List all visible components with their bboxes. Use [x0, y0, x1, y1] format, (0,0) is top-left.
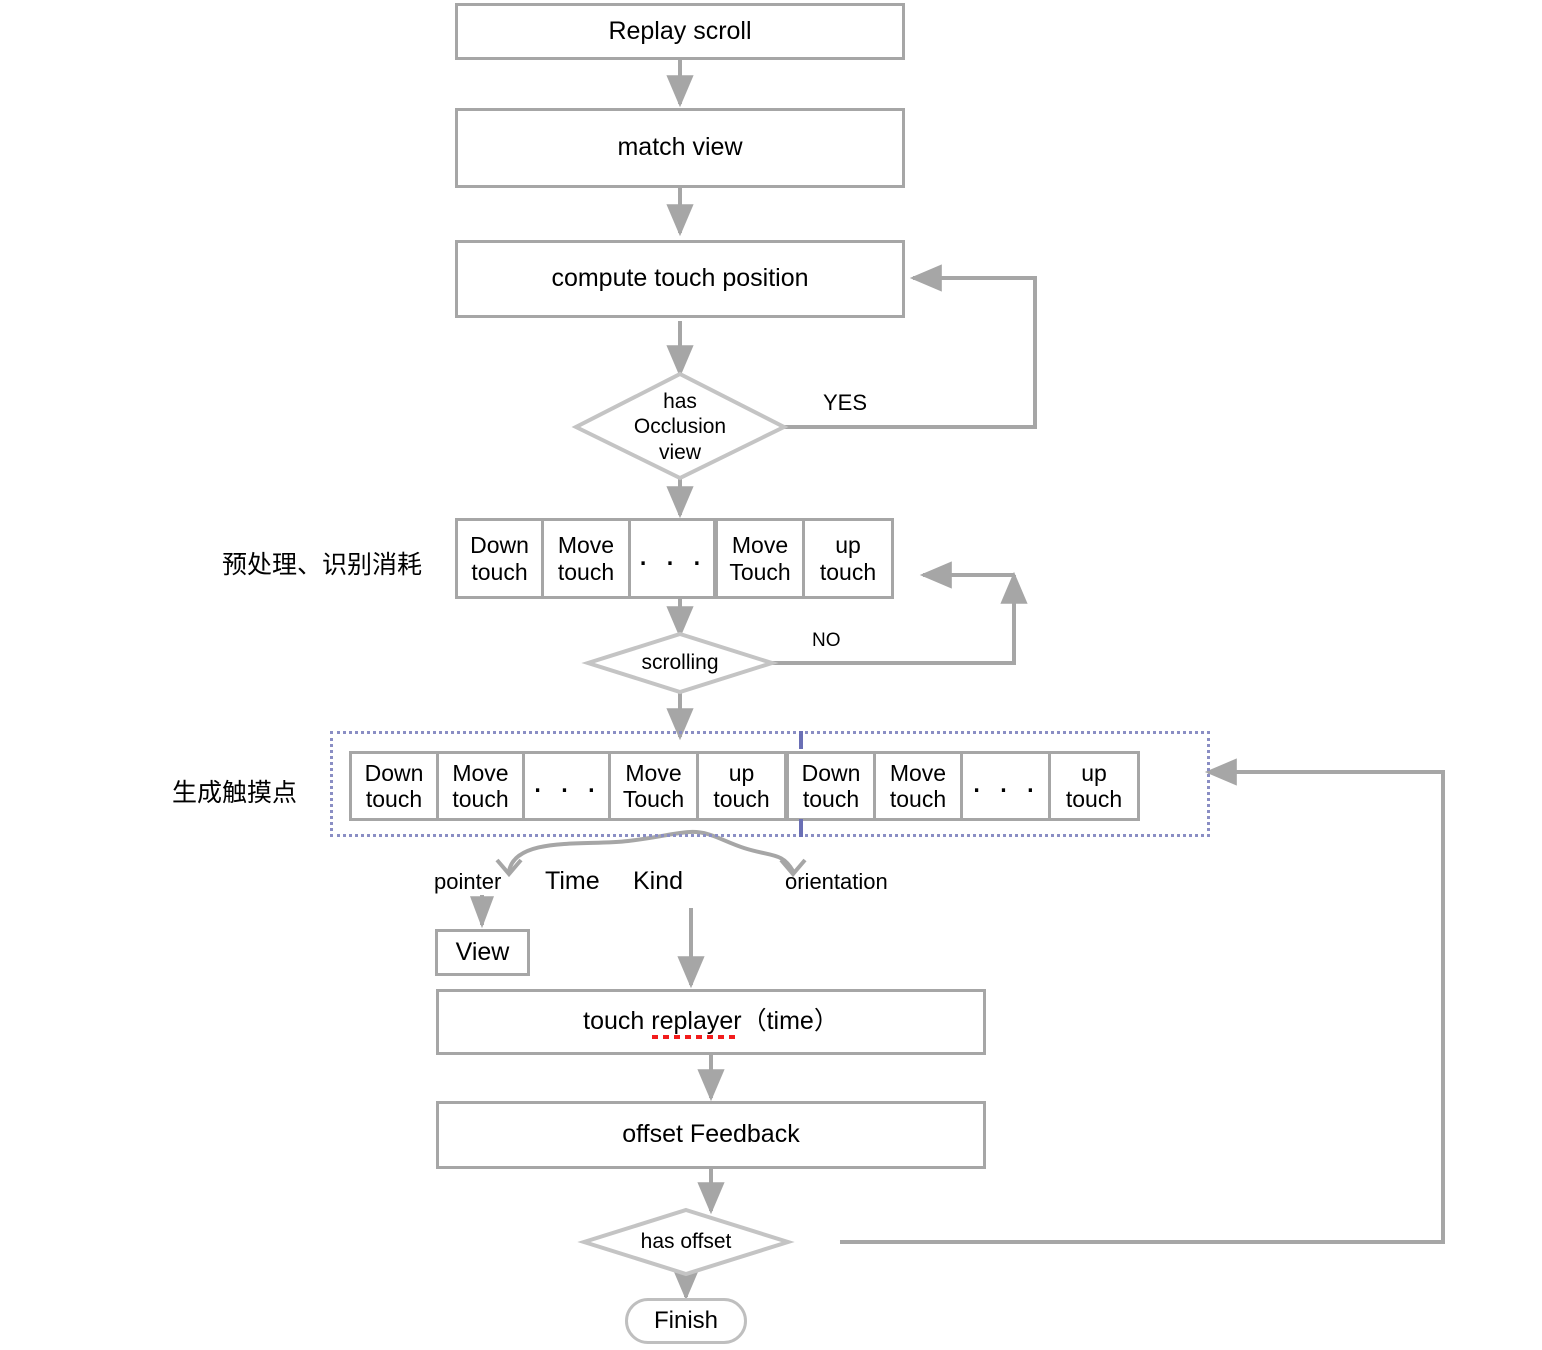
- touch-cell-label: Move Touch: [729, 532, 791, 585]
- generated-touch-row: Down touch Move touch . . . Move Touch u…: [349, 751, 1140, 821]
- touch-cell[interactable]: up touch: [1048, 751, 1140, 821]
- touch-cell[interactable]: up touch: [802, 518, 894, 599]
- has-occlusion-view-text: has Occlusion view: [633, 390, 727, 464]
- edge-label-no: NO: [812, 630, 841, 652]
- yes-text: YES: [823, 390, 868, 415]
- attribute-label-orientation: orientation: [785, 869, 888, 895]
- preprocess-touch-row: Down touch Move touch . . . Move Touch u…: [455, 518, 894, 599]
- touch-cell[interactable]: Down touch: [786, 751, 876, 821]
- preprocess-text: 预处理、识别消耗: [222, 551, 423, 579]
- edge-label-yes: YES: [823, 390, 867, 416]
- node-touch-replayer-label: touch replayer（time）: [583, 1007, 839, 1036]
- node-view[interactable]: View: [435, 929, 530, 976]
- node-view-label: View: [455, 937, 510, 966]
- touch-cell-ellipsis[interactable]: . . .: [628, 518, 716, 599]
- attribute-brace: [507, 829, 795, 873]
- touch-cell-label: . . .: [638, 534, 706, 573]
- touch-cell[interactable]: Down touch: [455, 518, 544, 599]
- sequence-divider-bottom: [799, 819, 803, 837]
- node-compute-touch-position[interactable]: compute touch position: [455, 240, 905, 318]
- touch-cell[interactable]: Move touch: [873, 751, 963, 821]
- node-replay-scroll-label: Replay scroll: [608, 16, 752, 45]
- touch-cell-label: Down touch: [801, 759, 861, 812]
- attribute-label-kind: Kind: [633, 867, 683, 896]
- side-label-preprocess: 预处理、识别消耗: [222, 545, 422, 581]
- has-offset-text: has offset: [640, 1230, 732, 1254]
- touch-cell-label: Move touch: [452, 759, 509, 812]
- node-match-view-label: match view: [617, 133, 743, 162]
- orientation-text: orientation: [785, 869, 888, 894]
- node-offset-feedback-label: offset Feedback: [622, 1120, 800, 1149]
- touch-cell-ellipsis[interactable]: . . .: [522, 751, 611, 821]
- attribute-label-time: Time: [545, 867, 600, 896]
- touch-cell[interactable]: Move touch: [436, 751, 525, 821]
- node-finish-label: Finish: [653, 1306, 719, 1334]
- kind-text: Kind: [633, 867, 684, 895]
- touch-cell[interactable]: up touch: [696, 751, 787, 821]
- attribute-label-pointer: pointer: [434, 869, 501, 895]
- node-touch-replayer[interactable]: touch replayer（time）: [436, 989, 986, 1055]
- decision-scrolling-label: scrolling: [600, 648, 760, 678]
- spellcheck-underline: [652, 1035, 738, 1039]
- decision-has-occlusion-view-label: has Occlusion view: [596, 388, 764, 466]
- touch-cell-label: Move Touch: [622, 759, 685, 812]
- generate-touch-points-text: 生成触摸点: [172, 779, 298, 807]
- side-label-generate-touch-points: 生成触摸点: [172, 773, 297, 809]
- touch-cell-ellipsis[interactable]: . . .: [960, 751, 1051, 821]
- touch-cell-label: Down touch: [364, 759, 424, 812]
- decision-has-offset-label: has offset: [606, 1227, 766, 1257]
- node-compute-touch-position-label: compute touch position: [551, 264, 809, 293]
- touch-cell-label: up touch: [713, 759, 770, 812]
- touch-cell-label: up touch: [1065, 759, 1123, 812]
- touch-cell-label: up touch: [819, 532, 877, 585]
- no-text: NO: [812, 630, 841, 651]
- touch-cell-label: Down touch: [470, 532, 529, 585]
- touch-cell[interactable]: Move touch: [541, 518, 631, 599]
- touch-cell[interactable]: Move Touch: [608, 751, 699, 821]
- node-match-view[interactable]: match view: [455, 108, 905, 188]
- touch-cell-label: Move touch: [889, 759, 947, 812]
- touch-cell[interactable]: Move Touch: [715, 518, 805, 599]
- flowchart-canvas: Replay scroll match view compute touch p…: [0, 0, 1542, 1350]
- node-offset-feedback[interactable]: offset Feedback: [436, 1101, 986, 1169]
- time-text: Time: [545, 867, 600, 895]
- sequence-divider-top: [799, 731, 803, 749]
- touch-cell-label: Move touch: [557, 532, 615, 585]
- scrolling-text: scrolling: [641, 651, 719, 675]
- node-finish[interactable]: Finish: [625, 1298, 747, 1344]
- touch-cell-label: . . .: [971, 762, 1040, 801]
- node-replay-scroll[interactable]: Replay scroll: [455, 3, 905, 60]
- touch-cell[interactable]: Down touch: [349, 751, 439, 821]
- pointer-text: pointer: [434, 869, 502, 894]
- touch-cell-label: . . .: [532, 762, 601, 801]
